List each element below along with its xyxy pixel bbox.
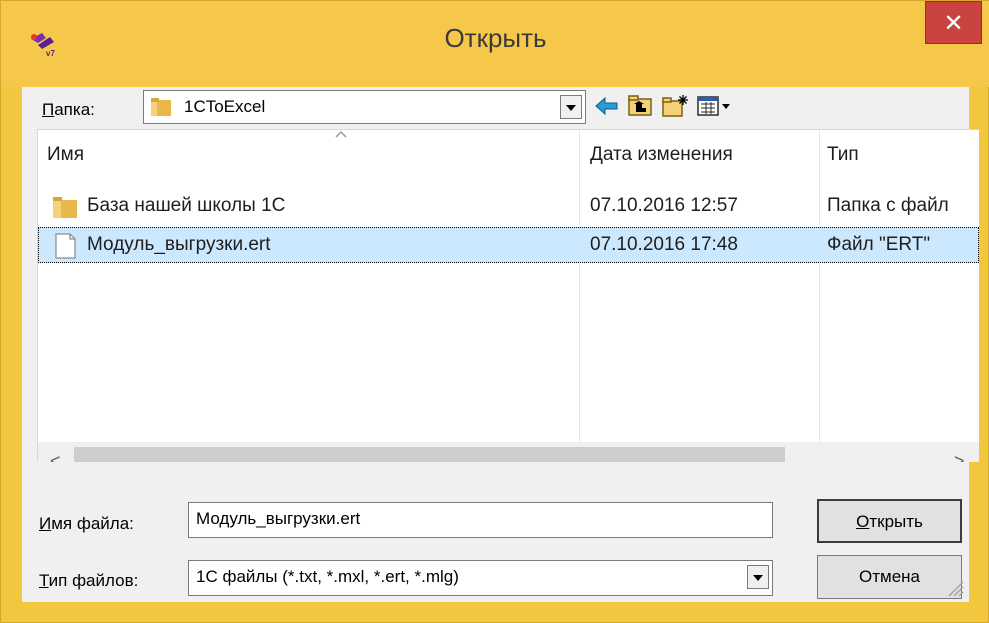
up-folder-icon[interactable] [626,93,654,119]
cancel-button[interactable]: Отмена [817,555,962,599]
column-header-name[interactable]: Имя [47,144,84,166]
filetype-select[interactable]: 1С файлы (*.txt, *.mxl, *.ert, *.mlg) [188,560,773,596]
resize-grip-icon[interactable] [946,579,964,597]
open-file-dialog: v7 Открыть ✕ Папка: 1CToExcel Имя Дата и… [0,0,989,623]
folder-select[interactable]: 1CToExcel [143,90,586,124]
filename-label: Имя файла: [39,514,134,533]
file-name: Модуль_выгрузки.ert [87,234,271,255]
filetype-label: Тип файлов: [39,571,139,590]
open-button[interactable]: Открыть [817,499,962,543]
folder-icon [151,98,171,116]
file-type: Папка с файл [827,195,949,216]
close-button[interactable]: ✕ [925,1,982,44]
sort-ascending-icon [335,130,347,138]
file-list[interactable]: Имя Дата изменения Тип База нашей школы … [37,129,979,462]
chevron-down-icon[interactable] [560,95,582,119]
chevron-down-icon[interactable] [747,565,769,589]
scroll-left-icon[interactable]: < [50,451,61,462]
filename-input[interactable]: Модуль_выгрузки.ert [188,502,773,538]
current-folder-name: 1CToExcel [184,97,266,116]
list-item-selected[interactable]: Модуль_выгрузки.ert 07.10.2016 17:48 Фай… [38,227,979,263]
folder-label: Папка: [42,100,95,119]
file-name: База нашей школы 1С [87,195,286,216]
dialog-body: Папка: 1CToExcel Имя Дата изменения Тип … [22,87,979,602]
column-divider [819,130,820,442]
close-icon: ✕ [943,10,964,37]
scrollbar-thumb[interactable] [74,447,785,462]
column-header-date[interactable]: Дата изменения [590,144,733,166]
file-icon [55,233,76,259]
file-date: 07.10.2016 17:48 [590,234,738,255]
new-folder-icon[interactable] [661,93,689,119]
list-item[interactable]: База нашей школы 1С 07.10.2016 12:57 Пап… [38,189,979,225]
folder-icon [53,197,77,218]
filetype-value: 1С файлы (*.txt, *.mxl, *.ert, *.mlg) [196,567,459,586]
view-menu-icon[interactable] [695,93,735,119]
back-arrow-icon[interactable] [593,93,621,119]
horizontal-scrollbar[interactable]: < > [38,442,979,462]
file-type: Файл "ERT" [827,234,931,255]
file-date: 07.10.2016 12:57 [590,195,738,216]
column-header-type[interactable]: Тип [827,144,859,166]
scroll-right-icon[interactable]: > [954,451,965,462]
title-bar[interactable]: v7 Открыть ✕ [1,1,989,87]
column-divider [579,130,580,442]
dialog-title: Открыть [444,23,547,53]
